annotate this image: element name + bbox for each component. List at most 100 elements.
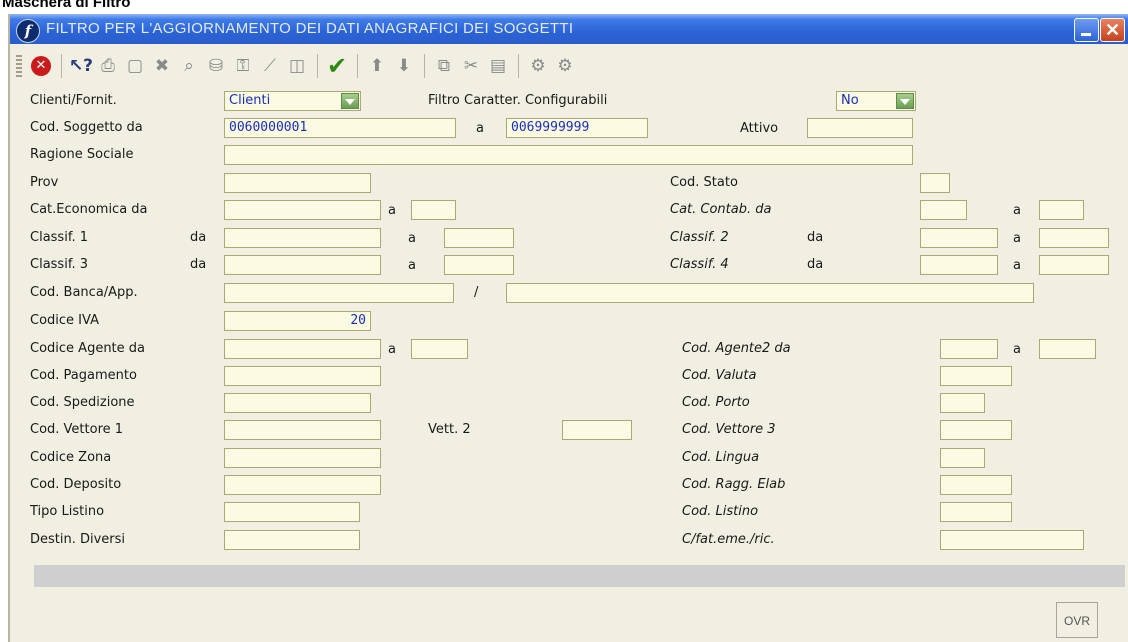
cat-economica-to-label: a [388,203,396,218]
copy-icon[interactable]: ⧉ [431,53,457,79]
clienti-fornit-select[interactable]: Clienti [224,91,361,111]
classif3-da-label: da [190,257,207,272]
cod-lingua-field[interactable] [940,448,985,468]
cod-agente2-to-field[interactable] [1039,339,1096,359]
attivo-field[interactable] [807,118,913,138]
codice-iva-label: Codice IVA [30,313,99,328]
new-document-icon[interactable]: ▢ [122,53,148,79]
chevron-down-icon[interactable] [896,93,914,109]
cod-vettore1-field[interactable] [224,420,381,440]
close-button[interactable]: ✕ [1100,18,1125,42]
vett2-field[interactable] [562,420,632,440]
arrow-up-icon[interactable]: ⬆ [364,53,390,79]
stop-icon[interactable]: ✕ [28,53,54,79]
codice-agente-to-label: a [388,342,396,357]
cod-soggetto-to-field[interactable]: 0069999999 [506,118,648,138]
arrow-down-icon[interactable]: ⬇ [391,53,417,79]
cod-porto-field[interactable] [940,393,985,413]
classif2-da-label: da [807,230,824,245]
cod-lingua-label: Cod. Lingua [682,450,760,465]
cod-vettore1-label: Cod. Vettore 1 [30,422,124,437]
print-icon[interactable]: ⎙ [95,53,121,79]
columns-icon[interactable]: ◫ [284,53,310,79]
cod-stato-field[interactable] [920,173,950,193]
confirm-check-icon[interactable]: ✔ [324,52,350,80]
classif4-da-label: da [807,257,824,272]
cod-banca-field[interactable] [224,283,454,303]
cod-listino-field[interactable] [940,502,1012,522]
cod-app-field[interactable] [506,283,1034,303]
codice-agente-label: Codice Agente da [30,341,146,356]
window-title: FILTRO PER L'AGGIORNAMENTO DEI DATI ANAG… [46,20,574,37]
cod-agente2-from-field[interactable] [940,339,998,359]
toolbar-separator [424,54,425,78]
gear-icon[interactable]: ⚙ [525,53,551,79]
zoom-icon[interactable]: ⌕ [176,53,202,79]
document-caption: Maschera di Filtro [2,0,131,11]
wand-icon[interactable]: ⟋ [257,53,283,79]
destin-diversi-field[interactable] [224,530,360,550]
filtro-caratter-value: No [841,93,859,108]
chevron-down-icon[interactable] [341,93,359,109]
help-pointer-icon[interactable]: ↖? [68,53,94,79]
classif4-to-field[interactable] [1039,255,1109,275]
clienti-fornit-label: Clienti/Fornit. [30,93,117,108]
delete-icon[interactable]: ✖ [149,53,175,79]
filtro-caratter-select[interactable]: No [836,91,916,111]
cod-ragg-elab-field[interactable] [940,475,1012,495]
attivo-label: Attivo [740,121,779,136]
classif1-from-field[interactable] [224,228,381,248]
paste-icon[interactable]: ▤ [485,53,511,79]
cod-agente2-to-label: a [1013,342,1021,357]
codice-agente-to-field[interactable] [411,339,468,359]
cut-icon[interactable]: ✂ [458,53,484,79]
cod-spedizione-label: Cod. Spedizione [30,395,135,410]
find-icon[interactable]: ⛁ [203,53,229,79]
cod-porto-label: Cod. Porto [682,395,750,410]
classif4-label: Classif. 4 [670,257,729,272]
filter-window: f FILTRO PER L'AGGIORNAMENTO DEI DATI AN… [8,14,1128,642]
cat-economica-from-field[interactable] [224,200,381,220]
codice-iva-field[interactable]: 20 [224,311,371,331]
cat-contab-from-field[interactable] [920,200,967,220]
cod-vettore3-field[interactable] [940,420,1012,440]
classif3-from-field[interactable] [224,255,381,275]
title-bar[interactable]: f FILTRO PER L'AGGIORNAMENTO DEI DATI AN… [10,14,1128,44]
cfat-field[interactable] [940,530,1084,550]
classif2-from-field[interactable] [920,228,998,248]
cod-deposito-field[interactable] [224,475,381,495]
prov-field[interactable] [224,173,371,193]
cod-spedizione-field[interactable] [224,393,371,413]
classif3-to-field[interactable] [444,255,514,275]
codice-zona-field[interactable] [224,448,381,468]
toolbar-grip[interactable] [16,55,22,77]
cat-economica-to-field[interactable] [411,200,456,220]
cod-banca-label: Cod. Banca/App. [30,285,138,300]
classif1-label: Classif. 1 [30,230,88,245]
cat-contab-to-field[interactable] [1039,200,1084,220]
classif3-to-label: a [408,258,416,273]
cod-pagamento-field[interactable] [224,366,381,386]
classif2-to-field[interactable] [1039,228,1109,248]
classif1-to-field[interactable] [444,228,514,248]
filtro-caratter-label: Filtro Caratter. Configurabili [428,93,608,108]
ragione-sociale-field[interactable] [224,145,913,165]
filter-form: Clienti/Fornit. Clienti Filtro Caratter.… [10,86,1128,556]
cod-valuta-field[interactable] [940,366,1012,386]
classif1-to-label: a [408,231,416,246]
gear-alt-icon[interactable]: ⚙ [552,53,578,79]
key-icon[interactable]: ⚿ [230,53,256,79]
codice-agente-from-field[interactable] [224,339,381,359]
classif1-da-label: da [190,230,207,245]
cod-soggetto-from-field[interactable]: 0060000001 [224,118,456,138]
overwrite-mode-indicator: OVR [1056,602,1098,638]
cod-valuta-label: Cod. Valuta [682,368,757,383]
cod-listino-label: Cod. Listino [682,504,759,519]
classif2-label: Classif. 2 [670,230,729,245]
minimize-button[interactable] [1074,18,1099,42]
tipo-listino-field[interactable] [224,502,360,522]
cod-soggetto-to-label: a [476,121,484,136]
toolbar-separator [317,54,318,78]
cod-banca-separator: / [474,285,479,300]
classif4-from-field[interactable] [920,255,998,275]
